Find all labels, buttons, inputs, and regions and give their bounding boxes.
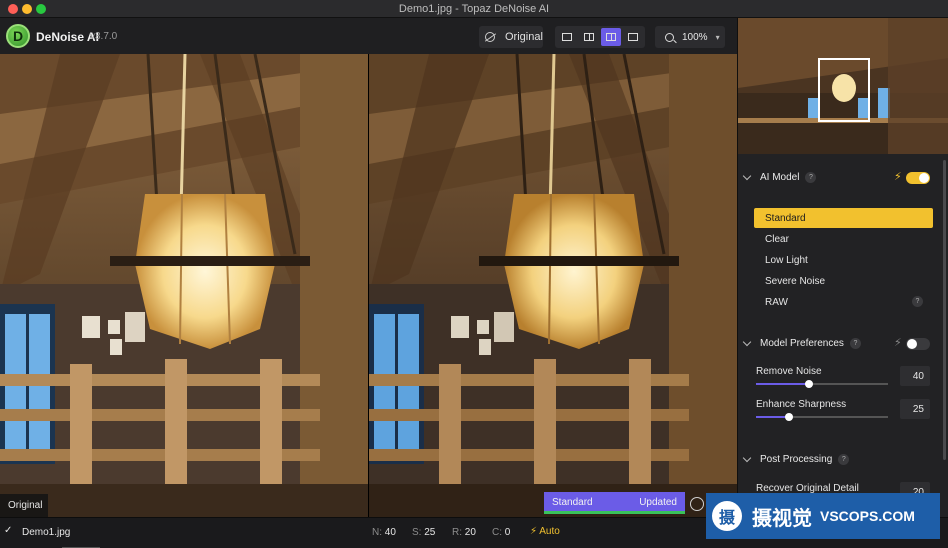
processed-photo bbox=[369, 54, 737, 517]
file-name: Demo1.jpg bbox=[22, 527, 71, 538]
feedback-smiley-icon[interactable] bbox=[690, 497, 704, 511]
window-title: Demo1.jpg - Topaz DeNoise AI bbox=[398, 3, 550, 15]
remove-noise-knob[interactable] bbox=[805, 380, 813, 388]
model-preferences-header[interactable]: Model Preferences ? bbox=[742, 337, 861, 349]
model-option-severe-noise[interactable]: Severe Noise bbox=[754, 271, 933, 291]
post-processing-header[interactable]: Post Processing ? bbox=[742, 453, 850, 465]
toolbar: D DeNoise AI v3.7.0 Original 100% ▾ bbox=[0, 18, 737, 54]
model-option-raw-label: RAW bbox=[765, 297, 788, 308]
zoom-icon bbox=[665, 32, 674, 42]
settings-panel: AI Model ? ⚡ Standard Clear Low Light Se… bbox=[737, 18, 948, 517]
watermark: 摄 摄视觉 VSCOPS.COM bbox=[706, 493, 940, 539]
side-by-side-icon bbox=[606, 33, 616, 41]
view-mode-group bbox=[555, 26, 645, 48]
badge-progress-bar bbox=[544, 511, 685, 514]
navigator-thumbnail[interactable] bbox=[738, 18, 948, 154]
eye-slash-icon bbox=[485, 32, 495, 42]
enhance-sharpness-slider[interactable] bbox=[756, 413, 888, 421]
show-original-button[interactable]: Original bbox=[479, 26, 543, 48]
watermark-chinese-text: 摄视觉 bbox=[752, 507, 812, 530]
remove-noise-label: Remove Noise bbox=[756, 366, 822, 377]
model-option-clear[interactable]: Clear bbox=[754, 229, 933, 249]
auto-bolt-icon: ⚡ bbox=[530, 526, 538, 537]
model-option-standard[interactable]: Standard bbox=[754, 208, 933, 228]
comparison-view-button[interactable] bbox=[623, 28, 643, 46]
zoom-dropdown[interactable]: 100% ▾ bbox=[655, 26, 725, 48]
sharpness-stat: S: 25 bbox=[412, 527, 436, 538]
auto-label: Auto bbox=[539, 526, 560, 537]
app-version: v3.7.0 bbox=[90, 31, 118, 42]
checkmark-icon: ✓ bbox=[4, 525, 13, 536]
title-bar: Demo1.jpg - Topaz DeNoise AI bbox=[0, 0, 948, 18]
help-icon[interactable]: ? bbox=[838, 454, 850, 465]
remove-noise-value[interactable]: 40 bbox=[900, 366, 930, 386]
post-processing-title: Post Processing bbox=[760, 454, 833, 465]
model-status-badge: Standard Updated bbox=[544, 492, 685, 514]
model-option-raw[interactable]: RAW ? bbox=[754, 292, 933, 312]
panel-scrollbar[interactable] bbox=[943, 160, 946, 460]
processed-image-pane[interactable] bbox=[368, 54, 737, 517]
color-stat: C: 0 bbox=[492, 527, 511, 538]
navigator-viewport-box[interactable] bbox=[818, 58, 870, 122]
auto-mode-indicator[interactable]: ⚡ Auto bbox=[530, 526, 560, 537]
raw-help-icon[interactable]: ? bbox=[912, 296, 923, 307]
chevron-down-icon bbox=[742, 453, 752, 463]
split-view-icon bbox=[584, 33, 594, 41]
watermark-logo-icon: 摄 bbox=[712, 501, 742, 531]
comparison-view-icon bbox=[628, 33, 638, 41]
original-pane-label: Original bbox=[0, 494, 48, 517]
show-original-label: Original bbox=[505, 31, 543, 43]
side-by-side-view-button[interactable] bbox=[601, 28, 621, 46]
remove-noise-slider[interactable] bbox=[756, 380, 888, 388]
remove-noise-fill bbox=[756, 383, 809, 385]
chevron-down-icon bbox=[742, 337, 752, 347]
chevron-down-icon: ▾ bbox=[715, 32, 720, 42]
help-icon[interactable]: ? bbox=[849, 338, 861, 349]
help-icon[interactable]: ? bbox=[805, 172, 817, 183]
single-view-button[interactable] bbox=[557, 28, 577, 46]
ai-model-auto-toggle[interactable] bbox=[906, 172, 930, 184]
enhance-sharpness-label: Enhance Sharpness bbox=[756, 399, 847, 410]
split-view-button[interactable] bbox=[579, 28, 599, 46]
badge-status: Updated bbox=[639, 497, 677, 508]
badge-model-name: Standard bbox=[552, 497, 593, 508]
enhance-sharpness-value[interactable]: 25 bbox=[900, 399, 930, 419]
model-preferences-toggle[interactable] bbox=[906, 338, 930, 350]
model-preferences-title: Model Preferences bbox=[760, 338, 844, 349]
zoom-value: 100% bbox=[682, 31, 708, 43]
enhance-sharpness-knob[interactable] bbox=[785, 413, 793, 421]
single-view-icon bbox=[562, 33, 572, 41]
chevron-down-icon bbox=[742, 171, 752, 181]
ai-model-header[interactable]: AI Model ? bbox=[742, 171, 817, 183]
original-image-pane[interactable] bbox=[0, 54, 368, 517]
noise-stat: N: 40 bbox=[372, 527, 396, 538]
recover-stat: R: 20 bbox=[452, 527, 476, 538]
file-item[interactable]: ✓ Demo1.jpg bbox=[0, 518, 100, 548]
auto-bolt-icon: ⚡ bbox=[894, 171, 902, 183]
auto-bolt-icon: ⚡ bbox=[894, 337, 902, 349]
denoise-logo-icon: D bbox=[6, 24, 30, 48]
ai-model-title: AI Model bbox=[760, 172, 800, 183]
original-photo bbox=[0, 54, 368, 517]
watermark-english-text: VSCOPS.COM bbox=[820, 508, 915, 524]
model-option-low-light[interactable]: Low Light bbox=[754, 250, 933, 270]
